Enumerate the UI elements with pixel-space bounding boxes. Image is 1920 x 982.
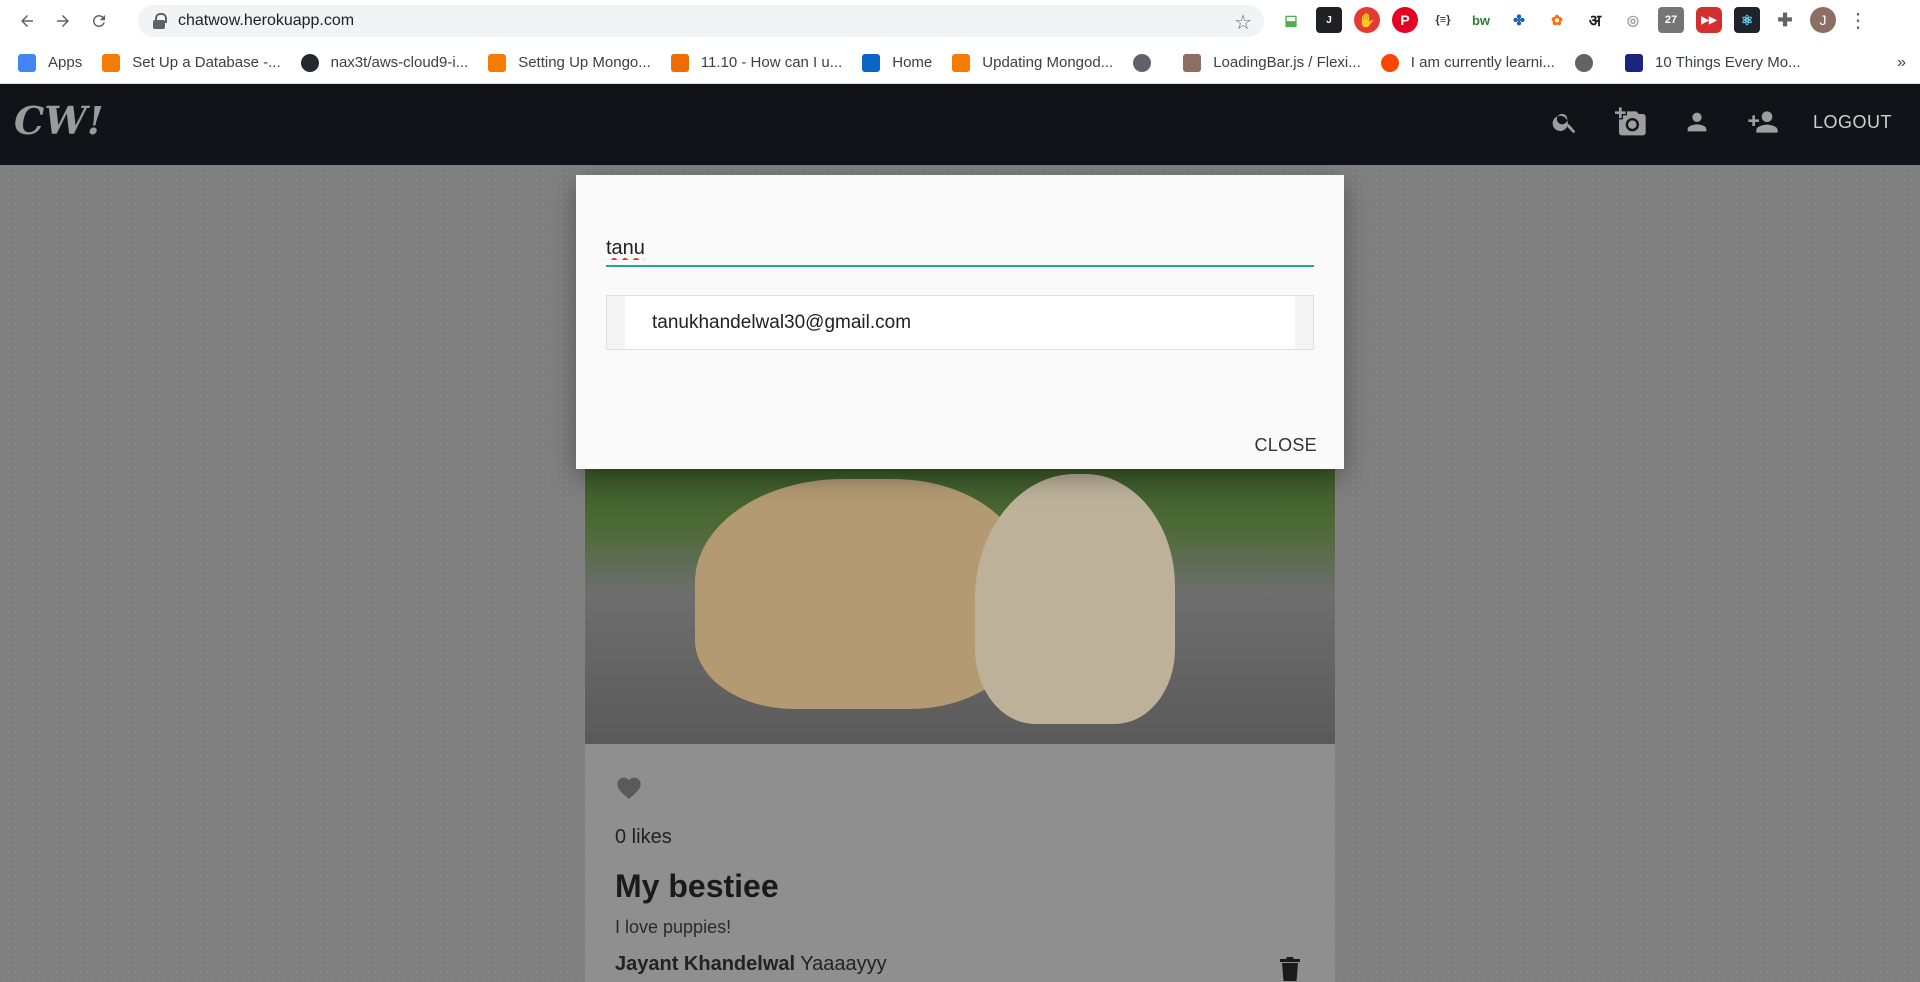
extension-blue-icon[interactable]: ✤ bbox=[1506, 7, 1532, 33]
navbar-actions: LOGOUT bbox=[1549, 106, 1892, 138]
bookmark-label: Apps bbox=[48, 54, 83, 71]
search-result-item[interactable]: tanukhandelwal30@gmail.com bbox=[625, 296, 1295, 349]
delete-icon[interactable] bbox=[1280, 957, 1300, 982]
bookmarks-overflow-button[interactable]: » bbox=[1897, 54, 1906, 72]
bookmark-label: Setting Up Mongo... bbox=[518, 54, 651, 71]
github-icon bbox=[300, 53, 319, 72]
app-navbar: CW! LOGOUT bbox=[0, 84, 1920, 165]
globe-icon bbox=[1133, 53, 1152, 72]
search-results: tanukhandelwal30@gmail.com bbox=[606, 295, 1314, 350]
logout-button[interactable]: LOGOUT bbox=[1813, 112, 1892, 133]
bookmark-label: 10 Things Every Mo... bbox=[1654, 54, 1801, 71]
search-icon[interactable] bbox=[1549, 106, 1581, 138]
json-icon[interactable]: {≡} bbox=[1430, 7, 1456, 33]
codepen-icon bbox=[1183, 53, 1202, 72]
bookmark-item[interactable] bbox=[1574, 53, 1605, 72]
avatar[interactable]: J bbox=[1810, 7, 1836, 33]
apps-grid-icon bbox=[18, 53, 36, 72]
bookmark-label: 11.10 - How can I u... bbox=[700, 54, 843, 71]
bookmark-item[interactable]: I am currently learni... bbox=[1380, 53, 1555, 72]
bookmark-label: nax3t/aws-cloud9-i... bbox=[330, 54, 469, 71]
bookmark-label: Home bbox=[892, 54, 933, 71]
extensions-bar: ⬓ J ✋ P {≡} bw ✤ ✿ अ ◎ 27 ▶▶ ⚛ ✚ J ⋮ bbox=[1278, 7, 1868, 33]
bookmark-item[interactable]: Updating Mongod... bbox=[952, 53, 1114, 72]
extension-tray-icon[interactable]: ⬓ bbox=[1278, 7, 1304, 33]
app-logo[interactable]: CW! bbox=[14, 98, 104, 143]
menu-kebab-icon[interactable]: ⋮ bbox=[1848, 8, 1868, 33]
post-image bbox=[585, 469, 1335, 744]
address-bar[interactable]: chatwow.herokuapp.com ☆ bbox=[138, 5, 1264, 37]
forward-icon[interactable] bbox=[48, 6, 78, 36]
extension-circle-icon[interactable]: ◎ bbox=[1620, 7, 1646, 33]
bookmark-item[interactable]: 11.10 - How can I u... bbox=[670, 53, 843, 72]
bookmark-label: I am currently learni... bbox=[1410, 54, 1555, 71]
bookmark-item[interactable]: 10 Things Every Mo... bbox=[1624, 53, 1801, 72]
search-modal: tanukhandelwal30@gmail.com CLOSE bbox=[576, 175, 1344, 469]
extension-dark-icon[interactable]: J bbox=[1316, 7, 1342, 33]
bookmark-star-icon[interactable]: ☆ bbox=[1234, 10, 1252, 35]
extension-red-play-icon[interactable]: ▶▶ bbox=[1696, 7, 1722, 33]
bookmark-label: LoadingBar.js / Flexi... bbox=[1213, 54, 1361, 71]
calendar-icon[interactable]: 27 bbox=[1658, 7, 1684, 33]
extension-hand-icon[interactable]: ✋ bbox=[1354, 7, 1380, 33]
ask-icon bbox=[670, 53, 689, 72]
pinterest-icon[interactable]: P bbox=[1392, 7, 1418, 33]
post-card: 0 likes My bestiee I love puppies! Jayan… bbox=[585, 469, 1335, 982]
likes-count: 0 likes bbox=[615, 826, 672, 848]
comment-text: Yaaaayyy bbox=[800, 953, 887, 975]
url-text: chatwow.herokuapp.com bbox=[178, 12, 355, 29]
close-button[interactable]: CLOSE bbox=[1254, 435, 1317, 456]
bookmark-item[interactable]: LoadingBar.js / Flexi... bbox=[1183, 53, 1361, 72]
cube-icon bbox=[488, 53, 507, 72]
comment: Jayant Khandelwal Yaaaayyy bbox=[615, 953, 887, 976]
bookmark-item[interactable] bbox=[1133, 53, 1163, 72]
bookmark-item[interactable]: nax3t/aws-cloud9-i... bbox=[300, 53, 469, 72]
post-description: I love puppies! bbox=[615, 917, 732, 937]
bw-icon[interactable]: bw bbox=[1468, 7, 1494, 33]
bookmark-item[interactable]: Set Up a Database -... bbox=[102, 53, 281, 72]
globe-icon bbox=[1574, 53, 1593, 72]
linkedin-icon bbox=[862, 53, 881, 72]
back-icon[interactable] bbox=[12, 6, 42, 36]
reddit-icon bbox=[1380, 53, 1399, 72]
reload-icon[interactable] bbox=[84, 6, 114, 36]
hindi-icon[interactable]: अ bbox=[1582, 7, 1608, 33]
puzzle-icon[interactable]: ✚ bbox=[1772, 7, 1798, 33]
heart-icon[interactable] bbox=[615, 774, 643, 805]
extension-orange-icon[interactable]: ✿ bbox=[1544, 7, 1570, 33]
bookmark-label: Updating Mongod... bbox=[982, 54, 1114, 71]
profile-icon[interactable] bbox=[1681, 106, 1713, 138]
react-icon[interactable]: ⚛ bbox=[1734, 7, 1760, 33]
comment-author: Jayant Khandelwal bbox=[615, 953, 796, 975]
search-input[interactable] bbox=[606, 231, 1314, 267]
bookmarks-bar: Apps Set Up a Database -... nax3t/aws-clou… bbox=[0, 42, 1920, 84]
triangle-icon bbox=[1624, 53, 1643, 72]
bookmark-label: Set Up a Database -... bbox=[132, 54, 281, 71]
lock-icon bbox=[152, 13, 167, 29]
bookmark-item[interactable]: Apps bbox=[18, 53, 83, 72]
bookmark-item[interactable]: Setting Up Mongo... bbox=[488, 53, 651, 72]
browser-toolbar: chatwow.herokuapp.com ☆ ⬓ J ✋ P {≡} bw ✤… bbox=[0, 0, 1920, 42]
add-friend-icon[interactable] bbox=[1747, 106, 1779, 138]
cube-icon bbox=[102, 53, 121, 72]
post-title: My bestiee bbox=[615, 868, 779, 904]
dog-puppy-shape bbox=[975, 474, 1175, 724]
cube-icon bbox=[952, 53, 971, 72]
add-photo-icon[interactable] bbox=[1614, 106, 1647, 138]
bookmark-item[interactable]: Home bbox=[862, 53, 933, 72]
